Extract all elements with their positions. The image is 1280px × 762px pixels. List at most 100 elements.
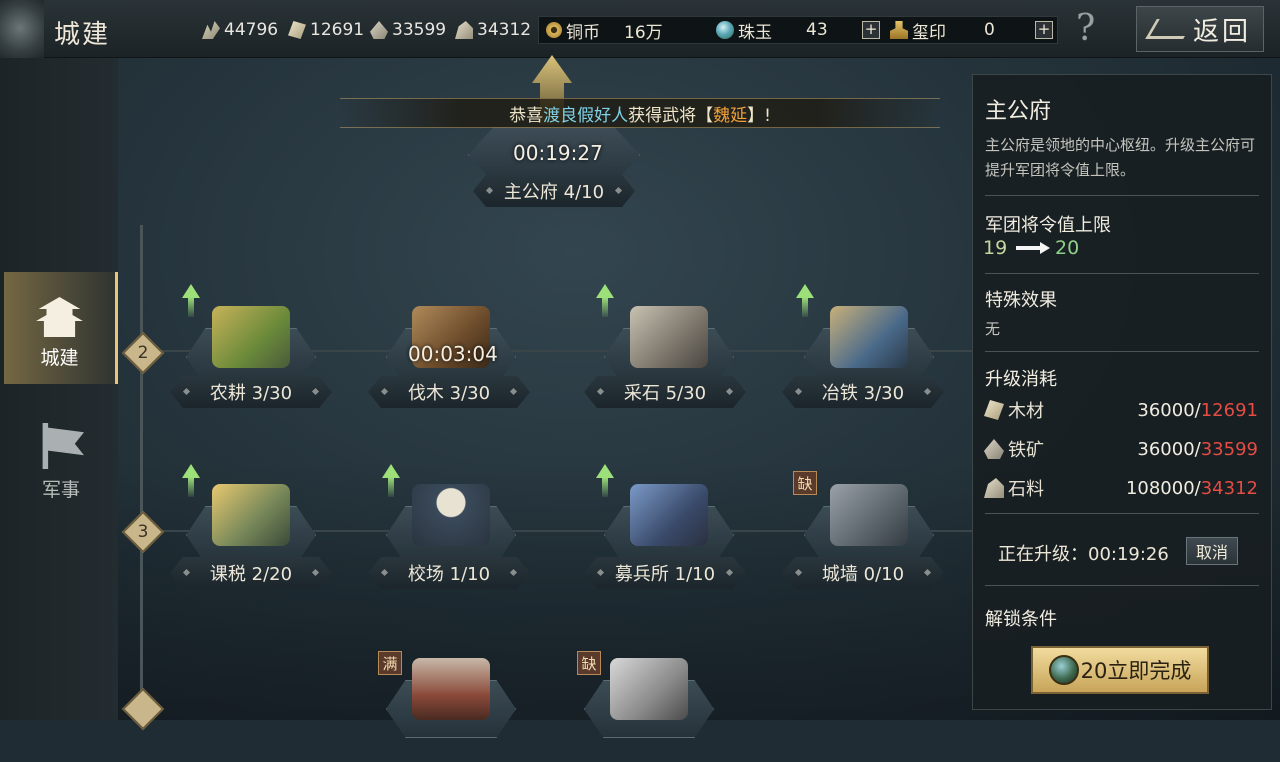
cost-row-iron: 铁矿 36000/33599 — [984, 436, 1258, 462]
city-wall-label[interactable]: 城墙 0/10 — [782, 557, 944, 589]
stat-to: 20 — [1055, 237, 1080, 259]
player-avatar-icon[interactable] — [0, 0, 44, 58]
wood-icon — [288, 21, 306, 39]
add-seal-button[interactable]: + — [1035, 21, 1053, 39]
copper-label: 铜币 — [566, 22, 600, 43]
iron-resource: 33599 — [370, 18, 446, 42]
training-ground-icon — [412, 484, 490, 546]
page-title: 城建 — [54, 20, 111, 50]
copper-value: 16万 — [624, 22, 663, 43]
tax-label[interactable]: 课税 2/20 — [170, 557, 332, 589]
locked-building[interactable] — [584, 652, 714, 762]
announcement-prefix: 恭喜 — [509, 105, 544, 126]
sidebar: 城建 军事 — [0, 58, 118, 720]
wood-icon — [984, 400, 1004, 420]
seal-label: 玺印 — [912, 22, 946, 43]
cost-name: 木材 — [1008, 401, 1044, 422]
level-number: 3 — [137, 522, 149, 542]
help-icon[interactable]: ? — [1076, 8, 1095, 49]
pagoda-icon — [36, 297, 83, 337]
jade-icon — [1048, 655, 1079, 685]
unlock-label: 解锁条件 — [985, 609, 1057, 630]
copper-coin-icon — [546, 22, 562, 38]
farm-icon — [212, 306, 290, 368]
grain-icon — [202, 21, 220, 39]
tax-office-icon — [212, 484, 290, 546]
smelter-label[interactable]: 冶铁 3/30 — [782, 376, 944, 408]
recruit-label[interactable]: 募兵所 1/10 — [584, 557, 746, 589]
seal-currency: 玺印 — [890, 16, 946, 44]
iron-ore-icon — [984, 439, 1004, 459]
cost-have: 34312 — [1200, 477, 1258, 499]
currency-box — [538, 16, 1058, 44]
cost-need: 36000 — [1137, 399, 1195, 421]
divider — [985, 585, 1259, 586]
jade-label: 珠玉 — [738, 22, 772, 43]
add-jade-button[interactable]: + — [862, 21, 880, 39]
stat-label: 军团将令值上限 — [985, 215, 1111, 236]
cost-need: 108000 — [1125, 477, 1195, 499]
cost-row-wood: 木材 36000/12691 — [984, 397, 1258, 423]
announcement-hero[interactable]: 魏延 — [713, 101, 747, 126]
wood-value: 12691 — [310, 20, 365, 40]
farm-label[interactable]: 农耕 3/30 — [170, 376, 332, 408]
instant-finish-label: 20立即完成 — [1080, 659, 1192, 683]
upgrading-status: 正在升级：00:19:26 — [998, 544, 1169, 565]
announcement-middle: 获得武将【 — [628, 105, 714, 126]
divider — [985, 273, 1259, 274]
special-value: 无 — [985, 320, 1001, 338]
recruitment-office-icon — [630, 484, 708, 546]
quarry-label[interactable]: 采石 5/30 — [584, 376, 746, 408]
seal-icon — [890, 21, 908, 39]
tab-city-build[interactable]: 城建 — [4, 272, 118, 384]
seal-value: 0 — [984, 20, 995, 40]
tab-city-build-label: 城建 — [40, 347, 79, 369]
copper-currency: 铜币 — [546, 16, 600, 44]
level-timeline — [140, 225, 143, 720]
announcement-player[interactable]: 渡良假好人 — [543, 101, 628, 126]
watchtower-icon — [412, 658, 490, 720]
main-hall-timer: 00:19:27 — [513, 141, 603, 165]
divider — [985, 351, 1259, 352]
cancel-upgrade-button[interactable]: 取消 — [1186, 537, 1238, 565]
cost-have: 33599 — [1200, 438, 1258, 460]
main-hall-label[interactable]: 主公府 4/10 — [473, 175, 635, 207]
cost-need: 36000 — [1137, 438, 1195, 460]
tab-military-label: 军事 — [41, 479, 80, 501]
jade-currency: 珠玉 — [716, 16, 772, 44]
grain-value: 44796 — [224, 20, 279, 40]
jade-icon — [716, 21, 734, 39]
lumber-label[interactable]: 伐木 3/30 — [368, 376, 530, 408]
jade-value: 43 — [806, 20, 828, 40]
panel-title: 主公府 — [985, 99, 1052, 124]
special-label: 特殊效果 — [985, 290, 1057, 311]
stat-from: 19 — [983, 237, 1008, 259]
panel-description: 主公府是领地的中心枢纽。升级主公府可提升军团将令值上限。 — [985, 136, 1256, 179]
mountain-icon — [610, 658, 688, 720]
stone-icon — [984, 478, 1004, 498]
watchtower-building[interactable] — [386, 652, 516, 762]
stone-resource: 34312 — [455, 18, 531, 42]
tab-military[interactable]: 军事 — [4, 404, 118, 516]
cost-name: 铁矿 — [1008, 440, 1044, 461]
city-wall-icon — [830, 484, 908, 546]
announcement-suffix: 】! — [747, 105, 771, 126]
cost-label: 升级消耗 — [985, 369, 1057, 390]
training-ground-label[interactable]: 校场 1/10 — [368, 557, 530, 589]
cost-have: 12691 — [1200, 399, 1258, 421]
divider — [985, 195, 1259, 196]
cost-name: 石料 — [1008, 479, 1044, 500]
iron-ore-icon — [370, 21, 388, 39]
back-arrow-icon — [1145, 19, 1195, 39]
arrow-right-icon — [1016, 242, 1050, 254]
lumber-timer: 00:03:04 — [408, 342, 498, 366]
grain-resource: 44796 — [202, 18, 278, 42]
back-button[interactable]: 返回 — [1136, 6, 1264, 52]
stone-icon — [455, 21, 473, 39]
instant-finish-button[interactable]: 20立即完成 — [1031, 646, 1209, 694]
announcement-banner: 恭喜 渡良假好人 获得武将【 魏延 】! — [340, 98, 940, 128]
level-number: 2 — [137, 343, 149, 363]
war-flag-icon — [42, 423, 84, 469]
stone-value: 34312 — [477, 20, 532, 40]
smelter-icon — [830, 306, 908, 368]
